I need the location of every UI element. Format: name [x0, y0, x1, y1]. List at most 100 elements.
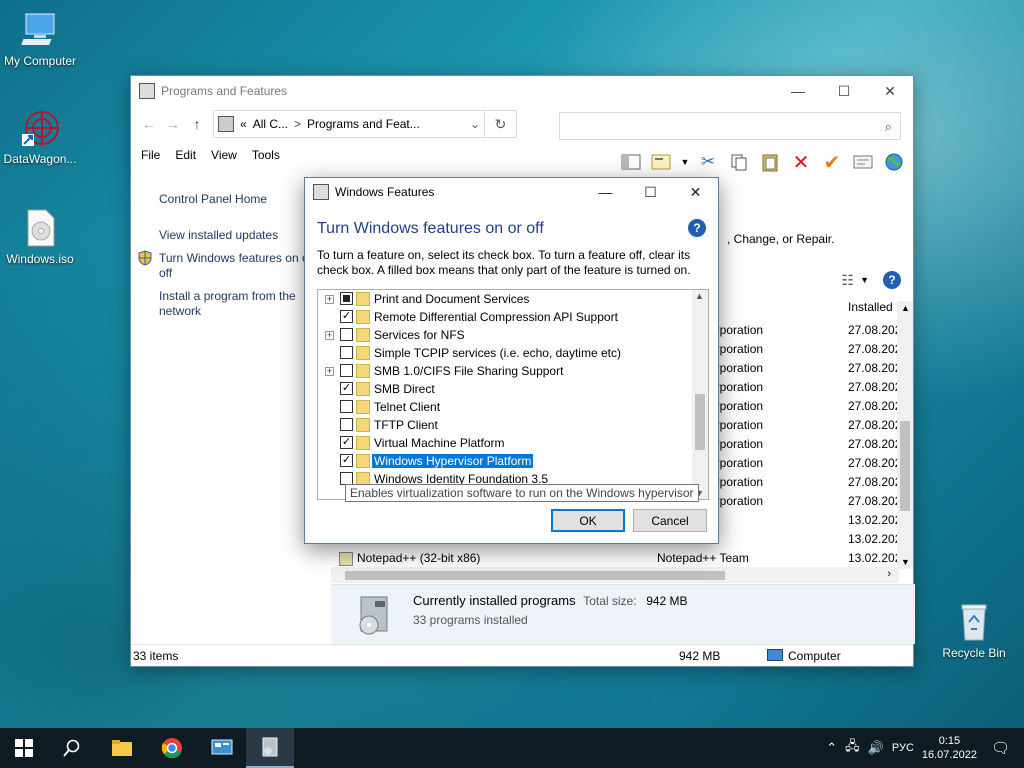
feature-row[interactable]: Simple TCPIP services (i.e. echo, daytim… — [318, 344, 692, 362]
breadcrumb-programs-and-features[interactable]: Programs and Feat... — [307, 117, 420, 131]
close-button[interactable]: ✕ — [673, 178, 718, 206]
view-options-icon[interactable]: ☷ — [842, 272, 855, 289]
minimize-button[interactable]: — — [775, 76, 821, 106]
feature-checkbox[interactable]: ✓ — [340, 310, 353, 323]
expand-icon[interactable]: + — [325, 331, 334, 340]
menu-view[interactable]: View — [211, 148, 237, 162]
scroll-right-icon[interactable]: › — [887, 568, 891, 580]
scroll-down-icon[interactable]: ▼ — [901, 557, 910, 567]
breadcrumb-all-control-panel[interactable]: All C... — [253, 117, 288, 131]
close-button[interactable]: ✕ — [867, 76, 913, 106]
folder-icon — [356, 418, 370, 432]
layout-icon[interactable] — [649, 150, 675, 174]
search-button[interactable] — [48, 728, 96, 768]
checkmark-icon[interactable]: ✔ — [819, 150, 845, 174]
feature-row[interactable]: + Print and Document Services — [318, 290, 692, 308]
desktop-icon-my-computer[interactable]: My Computer — [0, 10, 80, 68]
details-pane: Currently installed programs Total size:… — [331, 584, 915, 644]
feature-row[interactable]: TFTP Client — [318, 416, 692, 434]
cancel-button[interactable]: Cancel — [633, 509, 707, 532]
chevron-down-icon[interactable]: ▼ — [860, 275, 869, 285]
volume-icon[interactable]: 🔊 — [868, 740, 884, 756]
feature-row[interactable]: + SMB 1.0/CIFS File Sharing Support — [318, 362, 692, 380]
search-icon[interactable]: ⌕ — [885, 119, 892, 135]
show-hidden-icons-icon[interactable]: ⌃ — [826, 740, 837, 756]
feature-checkbox[interactable] — [340, 328, 353, 341]
taskbar-file-explorer[interactable] — [98, 728, 146, 768]
scroll-thumb[interactable] — [345, 571, 725, 580]
toolbar: ▼ ✂ ✕ ✔ — [613, 150, 907, 174]
taskbar-control-panel[interactable] — [198, 728, 246, 768]
tree-vertical-scrollbar[interactable]: ▲ ▼ — [692, 290, 708, 499]
address-overflow-icon[interactable]: « — [240, 117, 247, 131]
programs-icon — [359, 596, 388, 635]
scroll-thumb[interactable] — [695, 394, 705, 450]
scroll-up-icon[interactable]: ▲ — [901, 303, 910, 313]
menu-tools[interactable]: Tools — [252, 148, 280, 162]
programs-icon — [262, 737, 278, 757]
feature-checkbox[interactable] — [340, 400, 353, 413]
taskbar-programs-and-features[interactable] — [246, 728, 294, 768]
chevron-down-icon[interactable]: ▼ — [680, 150, 690, 174]
column-header-installed[interactable]: Installed — [848, 300, 893, 314]
minimize-button[interactable]: — — [583, 178, 628, 206]
feature-checkbox[interactable] — [340, 346, 353, 359]
paste-icon[interactable] — [757, 150, 783, 174]
notification-icon[interactable]: 🗨 — [991, 739, 1010, 757]
computer-icon — [20, 10, 60, 50]
feature-checkbox[interactable]: ✓ — [340, 454, 353, 467]
desktop-icon-windows-iso[interactable]: Windows.iso — [0, 208, 80, 266]
scroll-up-icon[interactable]: ▲ — [695, 291, 704, 301]
globe-icon[interactable] — [881, 150, 907, 174]
expand-icon[interactable]: + — [325, 295, 334, 304]
feature-checkbox[interactable] — [340, 292, 353, 305]
list-horizontal-scrollbar[interactable]: › — [331, 567, 899, 583]
feature-row[interactable]: ✓ Virtual Machine Platform — [318, 434, 692, 452]
feature-row[interactable]: Telnet Client — [318, 398, 692, 416]
chevron-down-icon[interactable]: ⌄ — [470, 117, 480, 131]
address-bar[interactable]: « All C... > Programs and Feat... ⌄ — [213, 110, 485, 138]
back-button[interactable]: ← — [137, 116, 161, 132]
list-vertical-scrollbar[interactable]: ▲ ▼ — [897, 301, 913, 569]
feature-checkbox[interactable]: ✓ — [340, 436, 353, 449]
taskbar-chrome[interactable] — [148, 728, 196, 768]
refresh-button[interactable]: ↻ — [485, 110, 517, 138]
table-row[interactable]: Notepad++ (32-bit x86) Notepad++ Team 13… — [331, 551, 901, 568]
feature-label: Simple TCPIP services (i.e. echo, daytim… — [374, 346, 621, 360]
feature-checkbox[interactable] — [340, 418, 353, 431]
menu-file[interactable]: File — [141, 148, 160, 162]
desktop-icon-recycle-bin[interactable]: Recycle Bin — [934, 602, 1014, 660]
feature-checkbox[interactable] — [340, 364, 353, 377]
help-icon[interactable]: ? — [688, 219, 706, 237]
menu-edit[interactable]: Edit — [175, 148, 196, 162]
feature-row[interactable]: ✓ Windows Hypervisor Platform — [318, 452, 692, 470]
preview-pane-icon[interactable] — [618, 150, 644, 174]
help-icon[interactable]: ? — [883, 271, 901, 289]
feature-checkbox[interactable]: ✓ — [340, 382, 353, 395]
breadcrumb-separator-icon[interactable]: > — [294, 117, 301, 131]
feature-row[interactable]: + Services for NFS — [318, 326, 692, 344]
feature-row[interactable]: ✓ SMB Direct — [318, 380, 692, 398]
status-bar: 33 items 942 MB Computer — [131, 644, 913, 666]
folder-icon — [356, 328, 370, 342]
search-input[interactable]: ⌕ — [559, 112, 901, 140]
maximize-button[interactable]: ☐ — [821, 76, 867, 106]
feature-row[interactable]: ✓ Remote Differential Compression API Sup… — [318, 308, 692, 326]
delete-icon[interactable]: ✕ — [788, 150, 814, 174]
network-icon[interactable]: 🖧 — [845, 737, 860, 759]
features-tree: Windows Identity Foundation 3.5 ✓ Windows … — [317, 289, 709, 500]
forward-button[interactable]: → — [161, 116, 185, 132]
copy-icon[interactable] — [726, 150, 752, 174]
up-button[interactable]: ↑ — [185, 116, 209, 132]
cut-icon[interactable]: ✂ — [695, 150, 721, 174]
maximize-button[interactable]: ☐ — [628, 178, 673, 206]
uac-shield-icon — [138, 250, 152, 266]
ok-button[interactable]: OK — [551, 509, 625, 532]
desktop-icon-datawagon[interactable]: DataWagon... — [0, 108, 80, 166]
scroll-thumb[interactable] — [900, 421, 910, 511]
expand-icon[interactable]: + — [325, 367, 334, 376]
clock[interactable]: 0:15 16.07.2022 — [922, 734, 977, 762]
language-indicator[interactable]: РУС — [892, 742, 914, 754]
start-button[interactable] — [0, 728, 48, 768]
properties-icon[interactable] — [850, 150, 876, 174]
